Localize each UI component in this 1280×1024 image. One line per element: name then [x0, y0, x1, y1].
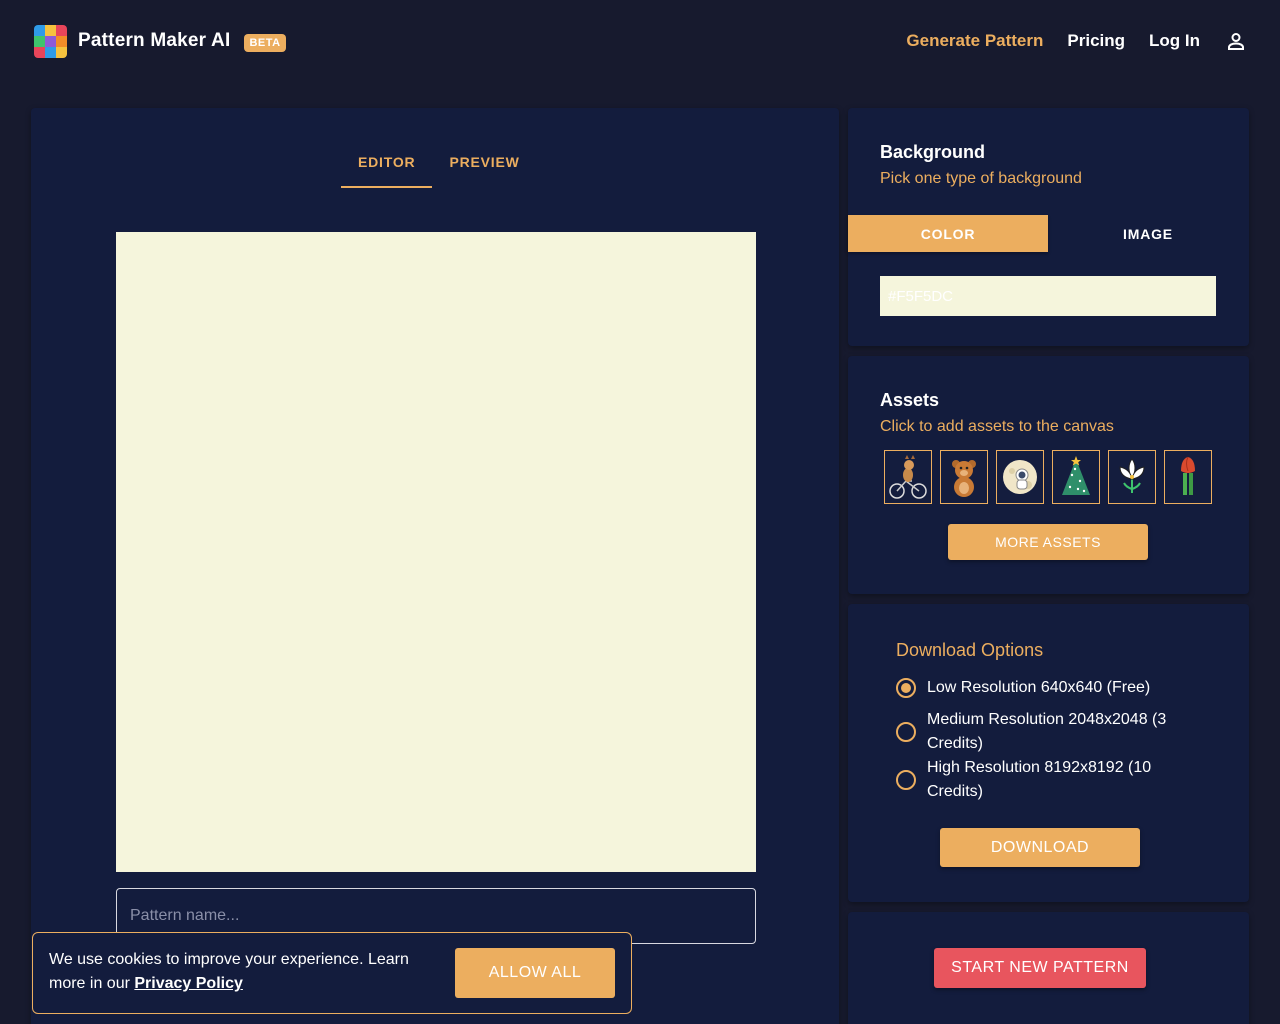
pattern-canvas[interactable] — [116, 232, 756, 872]
astronaut-moon-icon[interactable] — [996, 450, 1044, 504]
cookie-banner: We use cookies to improve your experienc… — [32, 932, 632, 1014]
option-medium-resolution[interactable]: Medium Resolution 2048x2048 (3 Credits) — [896, 708, 1177, 756]
option-label: Medium Resolution 2048x2048 (3 Credits) — [927, 711, 1167, 752]
more-assets-button[interactable]: MORE ASSETS — [948, 524, 1148, 560]
teddy-bear-icon[interactable] — [940, 450, 988, 504]
option-high-resolution[interactable]: High Resolution 8192x8192 (10 Credits) — [896, 756, 1177, 804]
beta-badge: BETA — [244, 33, 286, 52]
editor-tabs: EDITOR PREVIEW — [341, 142, 537, 188]
christmas-tree-icon[interactable] — [1052, 450, 1100, 504]
main-nav: Generate Pattern Pricing Log In — [882, 31, 1246, 51]
assets-title: Assets — [880, 390, 940, 410]
nav-generate-pattern[interactable]: Generate Pattern — [906, 31, 1043, 51]
user-icon[interactable] — [1226, 31, 1246, 51]
tab-color[interactable]: COLOR — [848, 215, 1048, 252]
download-button[interactable]: DOWNLOAD — [940, 828, 1140, 867]
radio-high-resolution[interactable] — [896, 770, 916, 790]
tab-preview[interactable]: PREVIEW — [432, 142, 536, 188]
allow-all-button[interactable]: ALLOW ALL — [455, 948, 615, 998]
nav-pricing[interactable]: Pricing — [1067, 31, 1125, 51]
tab-editor[interactable]: EDITOR — [341, 142, 433, 188]
background-subtitle: Pick one type of background — [880, 170, 1082, 187]
editor-panel: EDITOR PREVIEW — [31, 108, 839, 1024]
start-new-pattern-button[interactable]: START NEW PATTERN — [934, 948, 1146, 988]
assets-subtitle: Click to add assets to the canvas — [880, 418, 1114, 435]
download-options-title: Download Options — [896, 640, 1044, 660]
nav-log-in[interactable]: Log In — [1149, 31, 1200, 51]
option-label: High Resolution 8192x8192 (10 Credits) — [927, 759, 1152, 800]
white-flower-icon[interactable] — [1108, 450, 1156, 504]
radio-medium-resolution[interactable] — [896, 722, 916, 742]
cookie-text: We use cookies to improve your experienc… — [49, 948, 429, 996]
option-label: Low Resolution 640x640 (Free) — [927, 679, 1151, 696]
assets-card: Assets Click to add assets to the canvas — [848, 356, 1249, 594]
tab-image[interactable]: IMAGE — [1048, 215, 1248, 252]
background-card: Background Pick one type of background C… — [848, 108, 1249, 346]
background-type-tabs: COLOR IMAGE — [848, 215, 1249, 252]
new-pattern-card: START NEW PATTERN — [848, 912, 1249, 1024]
background-title: Background — [880, 142, 986, 162]
download-card: Download Options Low Resolution 640x640 … — [848, 604, 1249, 902]
option-low-resolution[interactable]: Low Resolution 640x640 (Free) — [896, 676, 1177, 700]
logo-icon[interactable] — [34, 24, 67, 58]
top-bar: Pattern Maker AI BETA Generate Pattern P… — [0, 0, 1280, 82]
privacy-policy-link[interactable]: Privacy Policy — [134, 975, 243, 992]
tulip-icon[interactable] — [1164, 450, 1212, 504]
background-color-input[interactable] — [880, 276, 1216, 316]
radio-low-resolution[interactable] — [896, 678, 916, 698]
cyclist-icon[interactable] — [884, 450, 932, 504]
asset-list — [884, 450, 1220, 504]
app-name[interactable]: Pattern Maker AI — [78, 30, 230, 52]
